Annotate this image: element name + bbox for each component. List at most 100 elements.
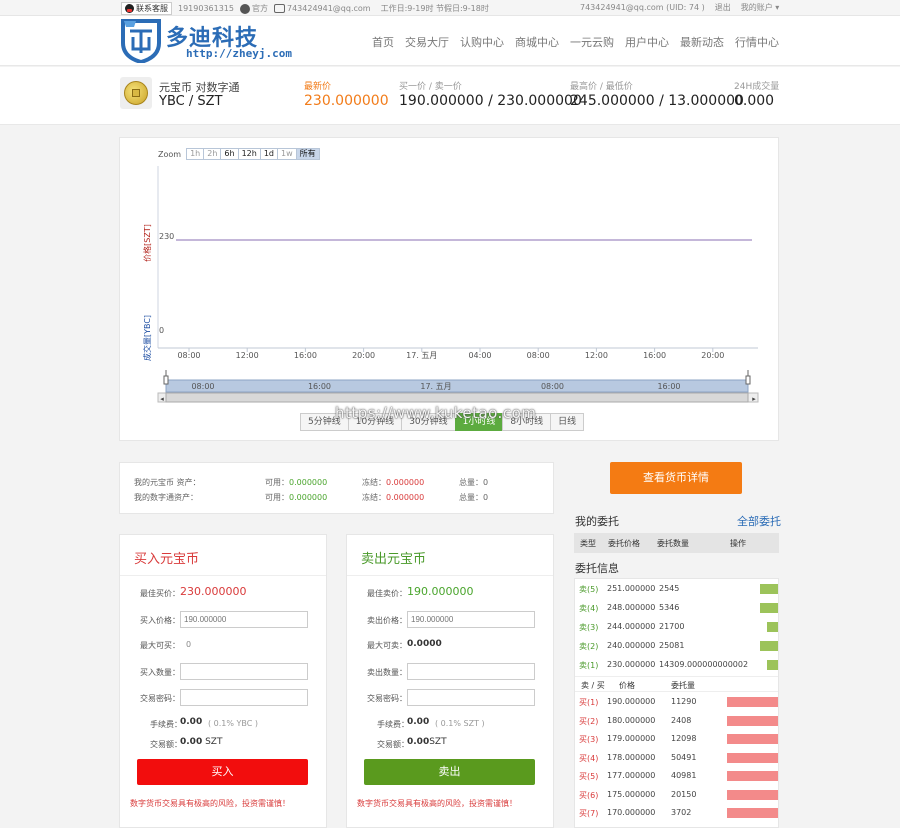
buy-order-row[interactable]: 买(7) 170.000000 3702 — [575, 804, 778, 822]
order-book: 卖 / 买 价格 委托量 卖(5) 251.000000 2545 卖(4) 248.0… — [574, 578, 779, 828]
sell-title: 卖出元宝币 — [361, 552, 427, 567]
order-side-label: 买(5) — [579, 772, 599, 781]
scroll-left-icon: ◂ — [160, 395, 164, 403]
frozen-label: 冻结： — [362, 493, 386, 502]
nav-item-news[interactable]: 最新动态 — [680, 34, 724, 50]
contact-service-button[interactable]: 联系客服 — [121, 2, 172, 15]
sell-quantity-input[interactable] — [407, 663, 535, 680]
price-chart[interactable]: 价格[SZT] 成交量[YBC] 230 0 08:00 12:00 16:00 20:00 1… — [120, 138, 780, 442]
coin-icon — [120, 77, 152, 109]
buy-order-row[interactable]: 买(6) 175.000000 20150 — [575, 786, 778, 804]
tab-daily[interactable]: 日线 — [550, 413, 585, 431]
order-price: 180.000000 — [607, 715, 656, 725]
order-price: 170.000000 — [607, 808, 656, 817]
buy-order-row[interactable]: 买(2) 180.000000 2408 — [575, 712, 778, 730]
x-tick-label: 16:00 — [294, 351, 317, 360]
sell-order-row[interactable]: 卖(2) 240.000000 25081 — [575, 637, 778, 655]
buy-fee-label: 手续费： — [150, 720, 182, 729]
watermark: https://www.kuketao.com — [335, 404, 537, 422]
logout-link[interactable]: 退出 — [715, 2, 731, 13]
navigator-tick-label: 08:00 — [541, 382, 564, 391]
zoom-button-1h[interactable]: 1h — [186, 148, 205, 160]
bid-ask-block: 买一价 / 卖一价 190.000000 / 230.000000 — [399, 79, 582, 109]
buy-order-row[interactable]: 买(1) 190.000000 11290 — [575, 693, 778, 711]
site-logo[interactable]: 多迪科技 http://zheyj.com — [120, 17, 300, 63]
order-volume: 25081 — [659, 641, 685, 650]
col-type: 类型 — [580, 539, 596, 548]
sell-price-input[interactable] — [407, 611, 535, 628]
depth-bar — [727, 789, 778, 800]
sell-best-price-value: 190.000000 — [407, 585, 474, 598]
contact-service-label: 联系客服 — [136, 4, 168, 13]
header: 多迪科技 http://zheyj.com 首页 交易大厅 认购中心 商城中心 … — [0, 16, 900, 66]
sell-button[interactable]: 卖出 — [364, 759, 535, 785]
order-book-title: 委托信息 — [575, 562, 619, 575]
shield-logo-icon — [121, 19, 161, 63]
sell-panel: 卖出元宝币 最佳卖价： 190.000000 卖出价格： 最大可卖： 0.000… — [346, 534, 554, 828]
sell-amount-label: 交易额： — [377, 740, 409, 749]
sell-order-row[interactable]: 卖(5) 251.000000 2545 — [575, 580, 778, 598]
email-address: 743424941@qq.com — [287, 4, 371, 13]
my-account-menu[interactable]: 我的账户 ▾ — [741, 2, 780, 13]
nav-item-one-yuan[interactable]: 一元云购 — [570, 34, 614, 50]
view-coin-details-button[interactable]: 查看货币详情 — [610, 462, 742, 494]
buy-risk-warning: 数字货币交易具有极高的风险，投资需谨慎！ — [130, 799, 290, 808]
price-chart-panel: 价格[SZT] 成交量[YBC] 230 0 08:00 12:00 16:00 20:00 1… — [119, 137, 779, 441]
sell-price-label: 卖出价格： — [367, 616, 407, 625]
ybc-available-value: 0.000000 — [289, 478, 328, 487]
caret-down-icon: ▾ — [775, 3, 780, 12]
buy-price-input[interactable] — [180, 611, 308, 628]
depth-bar — [766, 622, 778, 632]
order-book-header: 卖 / 买 价格 委托量 — [575, 676, 778, 692]
price-tick-label: 230 — [159, 232, 174, 241]
order-volume: 2408 — [671, 715, 692, 725]
nav-item-user-center[interactable]: 用户中心 — [625, 34, 669, 50]
phone-number: 19190361315 — [178, 4, 234, 13]
nav-item-home[interactable]: 首页 — [372, 34, 394, 50]
szt-frozen-value: 0.000000 — [386, 493, 425, 502]
zoom-button-2h[interactable]: 2h — [203, 148, 222, 160]
x-tick-label: 04:00 — [468, 351, 491, 360]
depth-bar — [759, 603, 778, 613]
sell-order-row[interactable]: 卖(4) 248.000000 5346 — [575, 599, 778, 617]
order-side-label: 买(6) — [579, 790, 599, 800]
sell-order-row[interactable]: 卖(3) 244.000000 21700 — [575, 618, 778, 636]
navigator-tick-label: 17. 五月 — [420, 382, 451, 391]
col-price: 价格 — [619, 681, 635, 690]
order-volume: 14309.000000000002 — [659, 660, 749, 669]
zoom-button-6h[interactable]: 6h — [220, 148, 239, 160]
navigator-scrollbar-thumb — [165, 392, 749, 403]
order-side-label: 买(4) — [579, 753, 599, 763]
total-label: 总量： — [459, 478, 483, 487]
order-side-label: 卖(5) — [579, 585, 599, 594]
volume-label: 24H成交量 — [734, 82, 780, 92]
buy-order-row[interactable]: 买(3) 179.000000 12098 — [575, 730, 778, 748]
buy-order-row[interactable]: 买(5) 177.000000 40981 — [575, 767, 778, 785]
high-low-value: 245.000000 / 13.000000 — [570, 93, 744, 109]
bid-ask-label: 买一价 / 卖一价 — [399, 82, 462, 92]
nav-item-trading-hall[interactable]: 交易大厅 — [405, 34, 449, 50]
zoom-button-1w[interactable]: 1w — [277, 148, 297, 160]
zoom-button-1d[interactable]: 1d — [259, 148, 278, 160]
x-tick-label: 12:00 — [236, 351, 259, 360]
zoom-button-all[interactable]: 所有 — [295, 148, 320, 160]
nav-item-subscription[interactable]: 认购中心 — [460, 34, 504, 50]
buy-password-input[interactable] — [180, 689, 308, 706]
order-side-label: 卖(2) — [579, 642, 599, 651]
sell-order-row[interactable]: 卖(1) 230.000000 14309.000000000002 — [575, 656, 778, 674]
nav-item-market[interactable]: 行情中心 — [735, 34, 779, 50]
sell-password-input[interactable] — [407, 689, 535, 706]
available-label: 可用： — [265, 478, 289, 487]
buy-order-row[interactable]: 买(4) 178.000000 50491 — [575, 749, 778, 767]
my-orders-title: 我的委托 — [575, 515, 619, 528]
volume-block: 24H成交量 0.000 — [734, 79, 779, 109]
all-orders-link[interactable]: 全部委托 — [737, 513, 781, 529]
buy-amount-value: 0.00 — [180, 737, 203, 747]
buy-order-row[interactable]: 买(8)165.00000012000 — [575, 823, 778, 827]
buy-quantity-input[interactable] — [180, 663, 308, 680]
depth-bar — [759, 641, 778, 651]
nav-item-mall[interactable]: 商城中心 — [515, 34, 559, 50]
navigator-right-handle — [745, 375, 751, 385]
buy-button[interactable]: 买入 — [137, 759, 308, 785]
zoom-button-12h[interactable]: 12h — [237, 148, 261, 160]
